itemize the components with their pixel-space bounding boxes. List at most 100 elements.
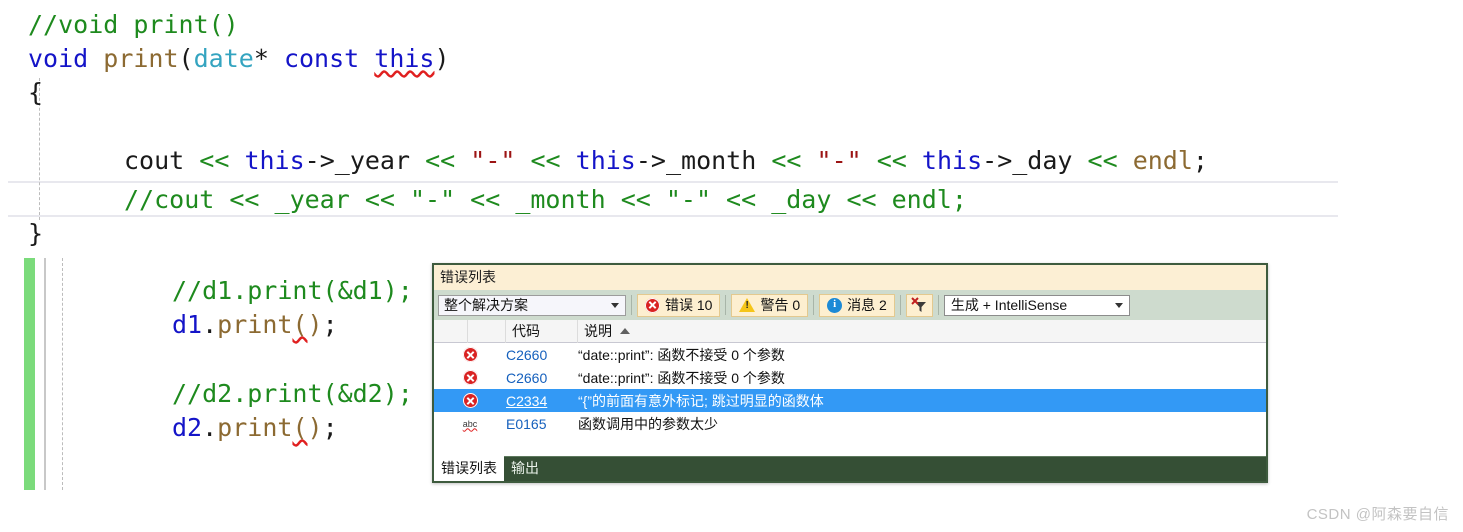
code-token: const xyxy=(283,44,360,73)
code-token: d2 xyxy=(172,413,203,442)
row-code-cell[interactable]: E0165 xyxy=(506,416,578,432)
code-line: { xyxy=(0,76,43,110)
panel-tab-strip[interactable]: 错误列表 输出 xyxy=(434,456,1266,481)
toolbar-divider xyxy=(937,295,939,315)
code-line: d2.print(); xyxy=(0,411,338,445)
error-list-panel[interactable]: 错误列表 整个解决方案 错误 10 警告 0 消息 2 xyxy=(432,263,1268,483)
code-line: cout << this->_year << "-" << this->_mon… xyxy=(0,144,1208,178)
code-line: void print(date* const this) xyxy=(0,42,450,76)
toolbar-divider xyxy=(631,295,632,315)
code-token: << xyxy=(425,146,456,175)
warning-icon xyxy=(739,298,756,312)
code-token: date xyxy=(193,44,254,73)
code-token: //d1.print(&d1); xyxy=(172,276,413,305)
row-severity-cell xyxy=(434,393,506,408)
panel-tab[interactable]: 输出 xyxy=(504,456,546,481)
code-token: ) xyxy=(307,413,323,442)
clear-filter-button[interactable] xyxy=(905,293,933,317)
code-token: endl xyxy=(1132,146,1193,175)
row-code-cell[interactable]: C2334 xyxy=(506,393,578,409)
column-header-code[interactable]: 代码 xyxy=(506,319,578,343)
error-list-toolbar: 整个解决方案 错误 10 警告 0 消息 2 生成 + Int xyxy=(434,290,1266,320)
code-token: << xyxy=(876,146,907,175)
error-icon xyxy=(462,393,478,408)
code-token: //d2.print(&d2); xyxy=(172,379,413,408)
csdn-watermark: CSDN @阿森要自信 xyxy=(1306,506,1449,523)
errors-filter-button[interactable]: 错误 10 xyxy=(637,293,721,317)
row-code-cell[interactable]: C2660 xyxy=(506,370,578,386)
error-icon xyxy=(462,347,478,362)
code-token: d1 xyxy=(172,310,203,339)
code-line: //d1.print(&d1); xyxy=(0,274,413,308)
code-token: ) xyxy=(307,310,323,339)
messages-count-label: 消息 2 xyxy=(847,297,887,313)
error-list-row[interactable]: C2660 “date::print”: 函数不接受 0 个参数 xyxy=(434,343,1266,366)
code-token: cout xyxy=(124,146,185,175)
code-line: //cout << _year << "-" << _month << "-" … xyxy=(0,183,967,217)
scope-filter-dropdown[interactable]: 整个解决方案 xyxy=(438,294,626,316)
build-filter-dropdown[interactable]: 生成 + IntelliSense xyxy=(943,294,1130,316)
scope-filter-value: 整个解决方案 xyxy=(444,297,528,313)
code-token: ->_day xyxy=(982,146,1073,175)
error-icon xyxy=(645,297,660,313)
row-description-cell: “date::print”: 函数不接受 0 个参数 xyxy=(578,369,785,386)
code-line: } xyxy=(0,217,43,251)
info-icon xyxy=(827,297,843,313)
row-description-cell: 函数调用中的参数太少 xyxy=(578,415,718,432)
row-code-cell[interactable]: C2660 xyxy=(506,347,578,363)
code-token: this xyxy=(374,44,435,73)
code-token: ( xyxy=(178,44,194,73)
column-header-blank-1[interactable] xyxy=(434,319,468,343)
errors-count-label: 错误 10 xyxy=(665,297,713,313)
code-line: //void print() xyxy=(0,8,239,42)
code-token: { xyxy=(28,78,44,107)
code-token: void xyxy=(28,44,89,73)
code-token: ) xyxy=(434,44,450,73)
error-list-row[interactable]: abc E0165 函数调用中的参数太少 xyxy=(434,412,1266,435)
panel-tab[interactable]: 错误列表 xyxy=(434,456,504,481)
code-token: this xyxy=(921,146,983,175)
error-list-row[interactable]: C2660 “date::print”: 函数不接受 0 个参数 xyxy=(434,366,1266,389)
code-token: ( xyxy=(292,310,308,339)
column-header-description[interactable]: 说明 xyxy=(578,320,1266,343)
row-severity-cell xyxy=(434,370,506,385)
code-token: * xyxy=(253,44,284,73)
chevron-down-icon xyxy=(611,302,619,308)
column-header-severity[interactable] xyxy=(468,319,506,343)
warnings-filter-button[interactable]: 警告 0 xyxy=(731,293,809,317)
code-line: //d2.print(&d2); xyxy=(0,377,413,411)
error-list-row[interactable]: C2334 “{”的前面有意外标记; 跳过明显的函数体 xyxy=(434,389,1266,412)
code-token: //cout << _year << "-" << _month << "-" … xyxy=(124,185,967,214)
code-token: ; xyxy=(322,413,338,442)
code-token: ->_month xyxy=(635,146,757,175)
error-list-column-headers: 代码 说明 xyxy=(434,319,1266,343)
error-list-title: 错误列表 xyxy=(434,265,1266,290)
abc-squiggle-icon: abc xyxy=(462,418,478,429)
column-header-description-label: 说明 xyxy=(584,322,612,339)
code-token: << xyxy=(199,146,230,175)
code-token: } xyxy=(28,219,44,248)
code-token: "-" xyxy=(816,146,862,175)
code-token: this xyxy=(575,146,636,175)
code-token: . xyxy=(202,413,218,442)
code-token: print xyxy=(103,44,179,73)
messages-filter-button[interactable]: 消息 2 xyxy=(819,293,895,317)
code-token: //void print() xyxy=(28,10,239,39)
row-description-cell: “date::print”: 函数不接受 0 个参数 xyxy=(578,346,785,363)
code-token: ; xyxy=(1192,146,1208,175)
code-token: ( xyxy=(292,413,308,442)
code-token: << xyxy=(771,146,802,175)
toolbar-divider xyxy=(899,295,901,315)
code-token: . xyxy=(202,310,218,339)
error-list-rows[interactable]: C2660 “date::print”: 函数不接受 0 个参数 C2660 “dat… xyxy=(434,343,1266,444)
error-icon xyxy=(462,370,478,385)
